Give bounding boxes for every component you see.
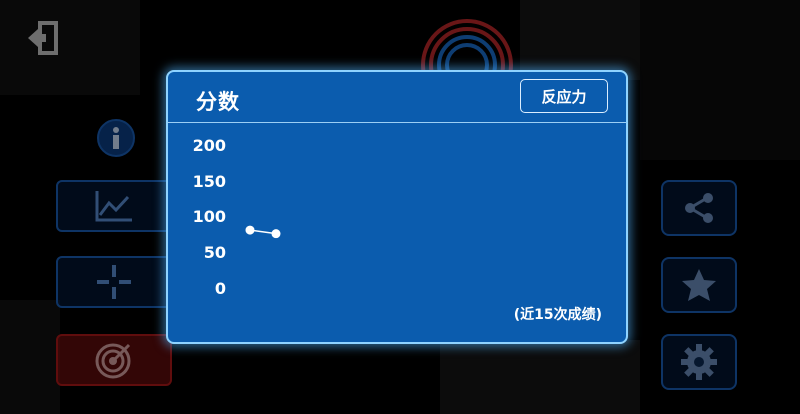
data-point xyxy=(245,225,255,235)
data-point xyxy=(271,229,281,239)
chart-footnote: (近15次成绩) xyxy=(513,307,602,323)
score-chart xyxy=(245,225,281,239)
score-dialog: 分数 反应力 200 150 100 50 0 (近15次成绩) xyxy=(166,70,628,344)
